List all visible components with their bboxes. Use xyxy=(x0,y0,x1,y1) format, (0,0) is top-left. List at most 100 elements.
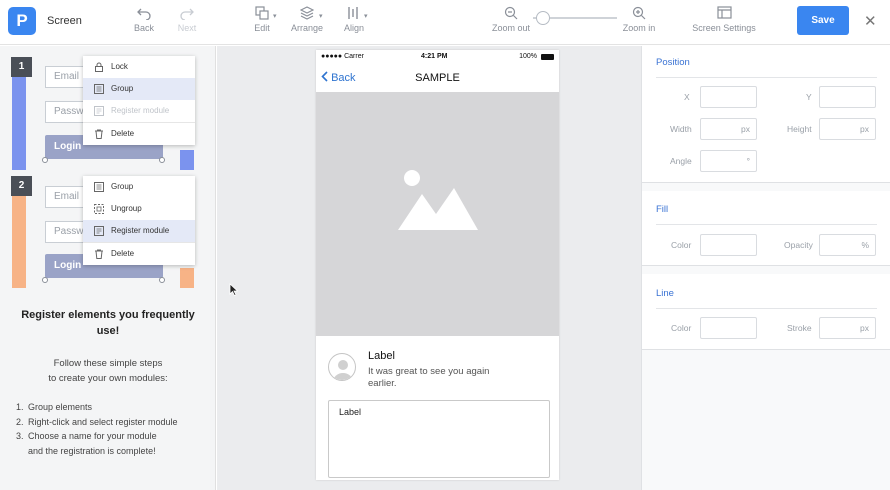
stroke-input[interactable]: px xyxy=(819,317,876,339)
edit-caret-icon: ▾ xyxy=(273,13,277,20)
align-icon xyxy=(348,7,358,19)
section-divider xyxy=(656,77,877,78)
screen-settings-icon xyxy=(716,6,732,19)
screen-settings-label: Screen Settings xyxy=(692,23,756,33)
menu-item-delete[interactable]: Delete xyxy=(83,243,195,265)
arrange-icon xyxy=(300,6,314,20)
zoom-in-label: Zoom in xyxy=(622,23,656,33)
battery-icon xyxy=(541,54,554,60)
zoom-slider-handle[interactable] xyxy=(536,11,551,25)
menu-item-label: Group xyxy=(111,182,134,191)
height-input[interactable]: px xyxy=(819,118,876,140)
angle-input[interactable]: ° xyxy=(700,150,757,172)
zoom-in-button[interactable]: Zoom in xyxy=(621,6,657,33)
context-menu-2: Group Ungroup Register module Delete xyxy=(83,176,195,265)
align-button[interactable]: Align ▾ xyxy=(343,6,368,33)
phone-screen[interactable]: ●●●●● Carrer 4:21 PM 100% Back SAMPLE La… xyxy=(316,50,559,480)
nav-title: SAMPLE xyxy=(415,72,460,84)
section-divider xyxy=(656,308,877,309)
menu-item-group[interactable]: Group xyxy=(83,176,195,198)
text-area[interactable]: Label xyxy=(328,400,550,478)
zoom-out-button[interactable]: Zoom out xyxy=(491,6,531,33)
menu-item-delete[interactable]: Delete xyxy=(83,123,195,145)
x-label: X xyxy=(684,92,690,102)
menu-item-label: Delete xyxy=(111,129,135,138)
tip-step: 1. Group elements xyxy=(16,402,93,412)
selection-handle xyxy=(159,277,165,283)
back-button[interactable]: Back xyxy=(133,6,155,33)
zoom-out-icon xyxy=(504,6,518,20)
demo-password-field: Passw xyxy=(45,101,87,123)
image-placeholder[interactable] xyxy=(316,92,559,336)
opacity-input[interactable]: % xyxy=(819,234,876,256)
step1-bar-right xyxy=(180,150,194,170)
top-toolbar: P Screen Back Next Edit ▾ Arrange ▾ Alig… xyxy=(0,0,890,45)
menu-item-ungroup[interactable]: Ungroup xyxy=(83,198,195,220)
line-title: Line xyxy=(656,288,674,299)
properties-panel: Position X Y Width px Height px Angle ° … xyxy=(641,46,890,490)
width-input[interactable]: px xyxy=(700,118,757,140)
tip-step-text: Choose a name for your module xyxy=(28,431,157,442)
redo-icon xyxy=(180,8,194,20)
step1-number: 1 xyxy=(11,57,32,77)
edit-icon xyxy=(255,6,269,20)
close-icon[interactable]: ✕ xyxy=(864,12,877,30)
carrier-text: ●●●●● Carrer xyxy=(321,53,364,60)
edit-label: Edit xyxy=(254,23,270,33)
stroke-label: Stroke xyxy=(787,323,812,333)
list-label-subtitle: It was great to see you again earlier. xyxy=(368,366,490,389)
align-caret-icon: ▾ xyxy=(364,13,368,20)
next-button[interactable]: Next xyxy=(176,6,198,33)
selection-handle xyxy=(159,157,165,163)
logo-icon[interactable]: P xyxy=(8,7,36,35)
group-icon xyxy=(94,182,104,192)
position-title: Position xyxy=(656,57,690,68)
screen-title: Screen xyxy=(47,15,82,27)
tip-steps-list: 1. Group elements 2. Right-click and selec… xyxy=(16,400,212,458)
menu-item-register-module[interactable]: Register module xyxy=(83,220,195,242)
register-module-icon xyxy=(94,226,104,236)
modules-help-panel: 1 Email Passw Login Lock Group Register … xyxy=(0,46,216,490)
text-area-label: Label xyxy=(339,407,362,417)
fill-color-input[interactable] xyxy=(700,234,757,256)
x-input[interactable] xyxy=(700,86,757,108)
list-label-title: Label xyxy=(368,350,395,362)
arrange-button[interactable]: Arrange ▾ xyxy=(290,6,324,33)
menu-item-register-module[interactable]: Register module xyxy=(83,100,195,122)
line-section: Line Color Stroke px xyxy=(642,274,890,350)
menu-item-group[interactable]: Group xyxy=(83,78,195,100)
edit-button[interactable]: Edit ▾ xyxy=(252,6,277,33)
save-button[interactable]: Save xyxy=(797,6,849,35)
cursor-icon xyxy=(229,283,238,296)
status-time: 4:21 PM xyxy=(421,53,448,60)
undo-icon xyxy=(137,8,151,20)
zoom-in-icon xyxy=(632,6,646,20)
align-label: Align xyxy=(343,23,364,33)
status-bar: ●●●●● Carrer 4:21 PM 100% xyxy=(316,50,559,64)
next-label: Next xyxy=(177,23,197,33)
menu-item-label: Register module xyxy=(111,106,170,115)
menu-item-label: Lock xyxy=(111,62,128,71)
zoom-out-label: Zoom out xyxy=(491,23,531,33)
fill-color-label: Color xyxy=(671,240,692,250)
line-color-input[interactable] xyxy=(700,317,757,339)
tip-intro-line: to create your own modules: xyxy=(48,373,168,384)
screen-settings-button[interactable]: Screen Settings xyxy=(692,6,756,33)
tip-step: 3. Choose a name for your module xyxy=(16,431,157,442)
menu-item-label: Register module xyxy=(111,226,170,235)
height-label: Height xyxy=(787,124,812,134)
step2-number: 2 xyxy=(11,176,32,196)
tip-step: 2. Right-click and select register module xyxy=(16,416,178,427)
ungroup-icon xyxy=(94,204,104,214)
selection-handle xyxy=(42,277,48,283)
menu-item-lock[interactable]: Lock xyxy=(83,56,195,78)
back-label: Back xyxy=(133,23,154,33)
demo-email-field: Email xyxy=(45,186,87,208)
trash-icon xyxy=(95,129,103,139)
angle-label: Angle xyxy=(670,156,692,166)
width-label: Width xyxy=(670,124,692,134)
context-menu-1: Lock Group Register module Delete xyxy=(83,56,195,145)
group-icon xyxy=(94,84,104,94)
tip-step-continued: and the registration is complete! xyxy=(28,445,156,456)
y-input[interactable] xyxy=(819,86,876,108)
